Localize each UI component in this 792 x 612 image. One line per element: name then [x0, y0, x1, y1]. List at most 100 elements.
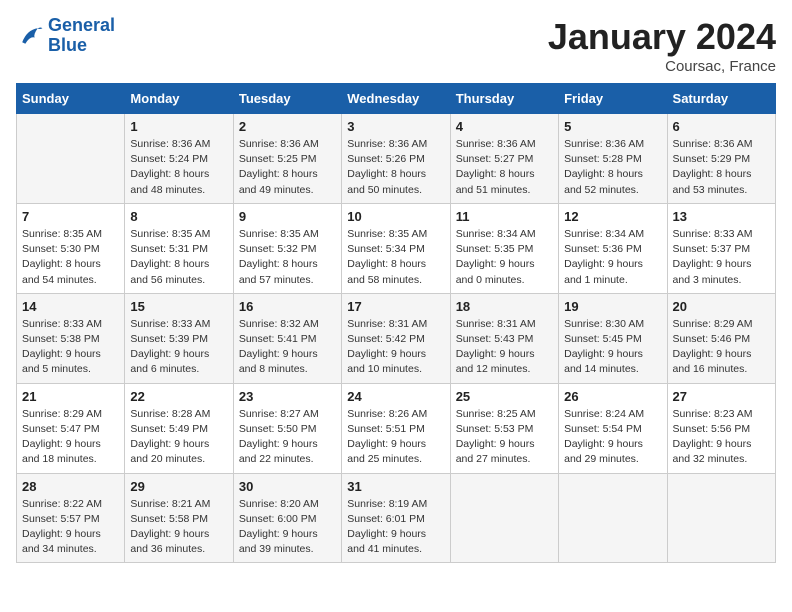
day-cell: 10 Sunrise: 8:35 AMSunset: 5:34 PMDayligh…: [342, 203, 450, 293]
day-cell: 4Sunrise: 8:36 AMSunset: 5:27 PMDaylight…: [450, 114, 558, 204]
day-cell: 22 Sunrise: 8:28 AMSunset: 5:49 PMDayligh…: [125, 383, 233, 473]
days-header-row: SundayMondayTuesdayWednesdayThursdayFrid…: [17, 84, 776, 114]
day-info: Sunrise: 8:36 AMSunset: 5:26 PMDaylight:…: [347, 137, 444, 198]
day-cell: 13 Sunrise: 8:33 AMSunset: 5:37 PMDayligh…: [667, 203, 775, 293]
day-info: Sunrise: 8:30 AMSunset: 5:45 PMDaylight:…: [564, 317, 661, 378]
day-cell: [559, 473, 667, 563]
day-header-thursday: Thursday: [450, 84, 558, 114]
day-number: 5: [564, 119, 661, 134]
day-number: 9: [239, 209, 336, 224]
logo-text: General Blue: [48, 16, 115, 56]
day-header-wednesday: Wednesday: [342, 84, 450, 114]
day-number: 26: [564, 389, 661, 404]
day-info: Sunrise: 8:19 AMSunset: 6:01 PMDaylight:…: [347, 497, 444, 558]
day-number: 20: [673, 299, 770, 314]
day-cell: 3Sunrise: 8:36 AMSunset: 5:26 PMDaylight…: [342, 114, 450, 204]
day-number: 18: [456, 299, 553, 314]
week-row-3: 14Sunrise: 8:33 AMSunset: 5:38 PMDayligh…: [17, 293, 776, 383]
day-cell: 19 Sunrise: 8:30 AMSunset: 5:45 PMDayligh…: [559, 293, 667, 383]
day-info: Sunrise: 8:33 AMSunset: 5:39 PMDaylight:…: [130, 317, 227, 378]
day-cell: 14Sunrise: 8:33 AMSunset: 5:38 PMDayligh…: [17, 293, 125, 383]
day-number: 2: [239, 119, 336, 134]
day-info: Sunrise: 8:20 AMSunset: 6:00 PMDaylight:…: [239, 497, 336, 558]
day-number: 11: [456, 209, 553, 224]
day-cell: 26Sunrise: 8:24 AMSunset: 5:54 PMDayligh…: [559, 383, 667, 473]
day-number: 10: [347, 209, 444, 224]
day-header-saturday: Saturday: [667, 84, 775, 114]
day-number: 19: [564, 299, 661, 314]
week-row-1: 1Sunrise: 8:36 AMSunset: 5:24 PMDaylight…: [17, 114, 776, 204]
day-cell: 5 Sunrise: 8:36 AMSunset: 5:28 PMDaylight…: [559, 114, 667, 204]
day-info: Sunrise: 8:35 AMSunset: 5:32 PMDaylight:…: [239, 227, 336, 288]
day-number: 28: [22, 479, 119, 494]
day-number: 29: [130, 479, 227, 494]
day-cell: 2Sunrise: 8:36 AMSunset: 5:25 PMDaylight…: [233, 114, 341, 204]
day-number: 7: [22, 209, 119, 224]
day-info: Sunrise: 8:33 AMSunset: 5:37 PMDaylight:…: [673, 227, 770, 288]
day-number: 25: [456, 389, 553, 404]
day-cell: [667, 473, 775, 563]
day-cell: [17, 114, 125, 204]
day-cell: 15 Sunrise: 8:33 AMSunset: 5:39 PMDayligh…: [125, 293, 233, 383]
day-cell: 27 Sunrise: 8:23 AMSunset: 5:56 PMDayligh…: [667, 383, 775, 473]
day-info: Sunrise: 8:35 AMSunset: 5:31 PMDaylight:…: [130, 227, 227, 288]
day-cell: 25 Sunrise: 8:25 AMSunset: 5:53 PMDayligh…: [450, 383, 558, 473]
day-cell: 18 Sunrise: 8:31 AMSunset: 5:43 PMDayligh…: [450, 293, 558, 383]
day-cell: 30Sunrise: 8:20 AMSunset: 6:00 PMDayligh…: [233, 473, 341, 563]
day-cell: 31 Sunrise: 8:19 AMSunset: 6:01 PMDayligh…: [342, 473, 450, 563]
day-number: 12: [564, 209, 661, 224]
day-cell: 6 Sunrise: 8:36 AMSunset: 5:29 PMDaylight…: [667, 114, 775, 204]
day-header-sunday: Sunday: [17, 84, 125, 114]
day-info: Sunrise: 8:35 AMSunset: 5:30 PMDaylight:…: [22, 227, 119, 288]
day-info: Sunrise: 8:32 AMSunset: 5:41 PMDaylight:…: [239, 317, 336, 378]
logo: General Blue: [16, 16, 115, 56]
calendar-table: SundayMondayTuesdayWednesdayThursdayFrid…: [16, 83, 776, 563]
day-info: Sunrise: 8:36 AMSunset: 5:24 PMDaylight:…: [130, 137, 227, 198]
day-cell: [450, 473, 558, 563]
day-cell: 24Sunrise: 8:26 AMSunset: 5:51 PMDayligh…: [342, 383, 450, 473]
week-row-2: 7 Sunrise: 8:35 AMSunset: 5:30 PMDaylight…: [17, 203, 776, 293]
day-number: 23: [239, 389, 336, 404]
day-info: Sunrise: 8:25 AMSunset: 5:53 PMDaylight:…: [456, 407, 553, 468]
day-cell: 12 Sunrise: 8:34 AMSunset: 5:36 PMDayligh…: [559, 203, 667, 293]
day-cell: 23 Sunrise: 8:27 AMSunset: 5:50 PMDayligh…: [233, 383, 341, 473]
day-cell: 16 Sunrise: 8:32 AMSunset: 5:41 PMDayligh…: [233, 293, 341, 383]
day-cell: 17Sunrise: 8:31 AMSunset: 5:42 PMDayligh…: [342, 293, 450, 383]
day-header-monday: Monday: [125, 84, 233, 114]
day-info: Sunrise: 8:31 AMSunset: 5:43 PMDaylight:…: [456, 317, 553, 378]
logo-blue: Blue: [48, 35, 87, 55]
day-number: 16: [239, 299, 336, 314]
day-number: 6: [673, 119, 770, 134]
logo-general: General: [48, 15, 115, 35]
day-info: Sunrise: 8:28 AMSunset: 5:49 PMDaylight:…: [130, 407, 227, 468]
day-cell: 20Sunrise: 8:29 AMSunset: 5:46 PMDayligh…: [667, 293, 775, 383]
week-row-4: 21Sunrise: 8:29 AMSunset: 5:47 PMDayligh…: [17, 383, 776, 473]
day-info: Sunrise: 8:36 AMSunset: 5:27 PMDaylight:…: [456, 137, 553, 198]
day-number: 27: [673, 389, 770, 404]
day-number: 31: [347, 479, 444, 494]
day-number: 14: [22, 299, 119, 314]
day-header-friday: Friday: [559, 84, 667, 114]
day-info: Sunrise: 8:35 AMSunset: 5:34 PMDaylight:…: [347, 227, 444, 288]
day-number: 24: [347, 389, 444, 404]
day-info: Sunrise: 8:36 AMSunset: 5:28 PMDaylight:…: [564, 137, 661, 198]
day-info: Sunrise: 8:23 AMSunset: 5:56 PMDaylight:…: [673, 407, 770, 468]
day-number: 22: [130, 389, 227, 404]
day-info: Sunrise: 8:34 AMSunset: 5:36 PMDaylight:…: [564, 227, 661, 288]
day-header-tuesday: Tuesday: [233, 84, 341, 114]
day-number: 13: [673, 209, 770, 224]
logo-icon: [16, 22, 44, 50]
location-title: Coursac, France: [548, 58, 776, 75]
header: General Blue January 2024 Coursac, Franc…: [16, 16, 776, 75]
day-number: 8: [130, 209, 227, 224]
day-info: Sunrise: 8:36 AMSunset: 5:29 PMDaylight:…: [673, 137, 770, 198]
day-number: 15: [130, 299, 227, 314]
day-info: Sunrise: 8:34 AMSunset: 5:35 PMDaylight:…: [456, 227, 553, 288]
day-info: Sunrise: 8:27 AMSunset: 5:50 PMDaylight:…: [239, 407, 336, 468]
day-cell: 29Sunrise: 8:21 AMSunset: 5:58 PMDayligh…: [125, 473, 233, 563]
day-cell: 7 Sunrise: 8:35 AMSunset: 5:30 PMDaylight…: [17, 203, 125, 293]
day-cell: 21Sunrise: 8:29 AMSunset: 5:47 PMDayligh…: [17, 383, 125, 473]
day-cell: 9 Sunrise: 8:35 AMSunset: 5:32 PMDaylight…: [233, 203, 341, 293]
day-cell: 1Sunrise: 8:36 AMSunset: 5:24 PMDaylight…: [125, 114, 233, 204]
day-info: Sunrise: 8:29 AMSunset: 5:47 PMDaylight:…: [22, 407, 119, 468]
